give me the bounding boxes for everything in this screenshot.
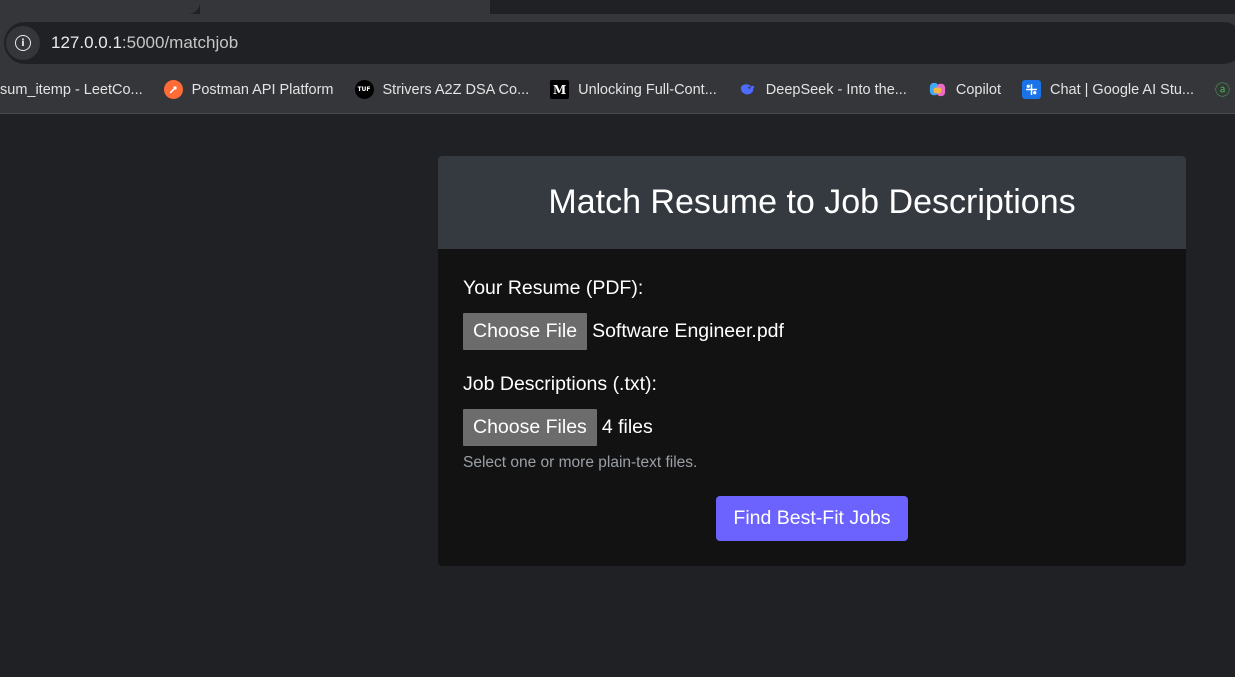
bookmark-google-ai-studio[interactable]: Chat | Google AI Stu... [1021,74,1195,106]
tab-strip [0,0,1235,14]
bookmark-label: Strivers A2Z DSA Co... [382,81,530,98]
jobs-hint: Select one or more plain-text files. [463,454,698,471]
postman-icon [163,80,183,99]
submit-row: Find Best-Fit Jobs [463,496,1161,541]
overflow-icon: ⓐ [1215,82,1231,99]
bookmark-strivers[interactable]: TUF Strivers A2Z DSA Co... [354,74,530,106]
url-text[interactable]: 127.0.0.1:5000/matchjob [51,33,238,53]
page-title: Match Resume to Job Descriptions [548,183,1076,221]
google-ai-studio-icon [1021,80,1041,99]
tab-previous[interactable] [0,0,200,14]
match-card: Match Resume to Job Descriptions Your Re… [438,156,1186,566]
choose-jobs-button[interactable]: Choose Files [463,409,597,446]
address-bar[interactable]: i 127.0.0.1:5000/matchjob [4,22,1235,64]
bookmark-overflow[interactable]: ⓐ [1215,74,1230,106]
bookmark-label: Copilot [955,81,1001,98]
tuf-icon: TUF [354,80,374,99]
bookmark-medium[interactable]: M Unlocking Full-Cont... [550,74,717,106]
bookmark-deepseek[interactable]: DeepSeek - Into the... [738,74,907,106]
site-info-button[interactable]: i [6,26,40,60]
url-host: 127.0.0.1 [51,33,122,52]
bookmark-label: Chat | Google AI Stu... [1049,81,1195,98]
jobs-file-count: 4 files [601,416,653,438]
tab-next[interactable] [490,0,1235,14]
page-content: Match Resume to Job Descriptions Your Re… [0,115,1235,677]
resume-label: Your Resume (PDF): [463,277,644,299]
bookmark-postman[interactable]: Postman API Platform [163,74,334,106]
bookmark-label: Postman API Platform [191,81,334,98]
medium-icon: M [550,80,570,99]
card-header: Match Resume to Job Descriptions [438,156,1186,249]
url-path: :5000/matchjob [121,33,239,52]
deepseek-icon [738,80,757,99]
tab-active[interactable] [200,0,490,14]
bookmark-label: Unlocking Full-Cont... [578,81,717,98]
card-body: Your Resume (PDF): Choose File Software … [438,249,1186,541]
bookmark-leetcode[interactable]: sum_itemp - LeetCo... [0,74,143,106]
copilot-icon [928,80,947,99]
jobs-label: Job Descriptions (.txt): [463,373,657,395]
choose-resume-button[interactable]: Choose File [463,313,588,350]
browser-toolbar: i 127.0.0.1:5000/matchjob [0,14,1235,74]
bookmark-label: sum_itemp - LeetCo... [0,81,143,98]
bookmark-copilot[interactable]: Copilot [928,74,1001,106]
jobs-file-input[interactable]: Choose Files 4 files [463,409,1161,446]
resume-file-name: Software Engineer.pdf [592,320,784,342]
find-jobs-button[interactable]: Find Best-Fit Jobs [716,496,908,541]
bookmarks-bar: sum_itemp - LeetCo... Postman API Platfo… [0,66,1235,114]
resume-file-input[interactable]: Choose File Software Engineer.pdf [463,313,1161,350]
bookmark-label: DeepSeek - Into the... [765,81,907,98]
info-icon: i [15,35,31,51]
